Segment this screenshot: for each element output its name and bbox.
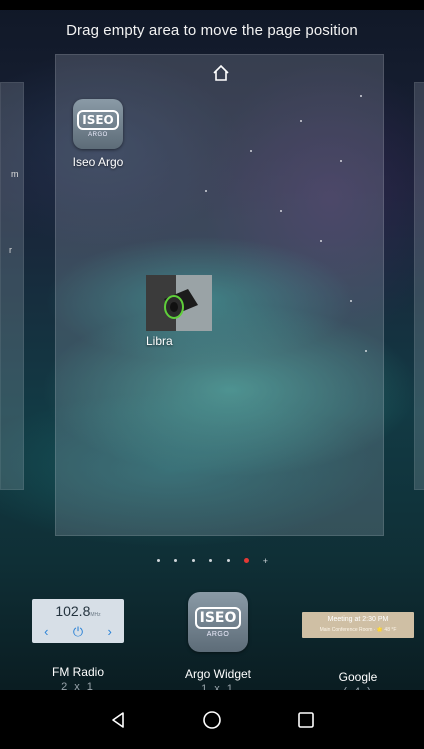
google-event-title: Meeting at 2:30 PM: [327, 616, 389, 623]
page-dot[interactable]: [209, 559, 213, 563]
recents-icon[interactable]: [295, 709, 317, 731]
google-preview: Meeting at 2:30 PM Main Conference Room …: [302, 612, 414, 638]
page-dot-active[interactable]: [244, 558, 250, 564]
widget-name: Google: [338, 670, 378, 684]
navigation-bar: [0, 690, 424, 749]
app-libra[interactable]: Libra: [146, 275, 212, 348]
widget-name: Argo Widget: [184, 667, 252, 681]
page-dot[interactable]: [191, 559, 195, 563]
app-label: Libra: [146, 334, 173, 348]
page-indicator[interactable]: +: [0, 552, 424, 570]
side-fragment-2: r: [9, 245, 12, 255]
home-circle-icon[interactable]: [201, 709, 223, 731]
app-label: Iseo Argo: [72, 155, 124, 169]
side-fragment-1: m: [11, 169, 19, 179]
widget-argo[interactable]: ISEO ARGO Argo Widget 1 x 1: [168, 592, 268, 695]
fm-radio-preview: 102.8MHz ‹ ⏻ ›: [32, 599, 124, 643]
hint-text: Drag empty area to move the page positio…: [66, 22, 358, 39]
widget-google[interactable]: Meeting at 2:30 PM Main Conference Room …: [296, 612, 420, 698]
home-page-icon[interactable]: [211, 63, 231, 83]
argo-widget-icon: ISEO ARGO: [188, 592, 248, 652]
current-page-preview[interactable]: ISEO ARGO Iseo Argo Libra: [55, 54, 384, 536]
chevron-left-icon: ‹: [44, 624, 49, 639]
app-iseo-argo[interactable]: ISEO ARGO Iseo Argo: [70, 99, 126, 169]
previous-page-preview[interactable]: m r: [0, 82, 24, 490]
libra-app-icon: [146, 275, 212, 331]
next-page-preview[interactable]: [414, 82, 424, 490]
page-dot[interactable]: [174, 559, 178, 563]
google-event-subtitle: Main Conference Room · 🌟 48 °F: [319, 627, 397, 633]
iseo-sub-text: ARGO: [88, 132, 108, 138]
iseo-argo-icon: ISEO ARGO: [73, 99, 123, 149]
radio-controls: ‹ ⏻ ›: [32, 624, 124, 640]
back-icon[interactable]: [107, 709, 129, 731]
radio-frequency: 102.8MHz: [55, 603, 101, 619]
widget-fm-radio[interactable]: 102.8MHz ‹ ⏻ › FM Radio 2 x 1: [28, 599, 128, 693]
page-dot[interactable]: [157, 559, 160, 563]
widget-name: FM Radio: [51, 665, 104, 679]
status-bar: [0, 0, 424, 10]
page-dot[interactable]: [226, 559, 230, 563]
argo-sub-text: ARGO: [206, 630, 230, 638]
add-page-icon[interactable]: +: [263, 556, 268, 566]
chevron-right-icon: ›: [107, 624, 112, 639]
argo-brand-text: ISEO: [194, 606, 242, 629]
power-icon: ⏻: [72, 624, 84, 639]
iseo-brand-text: ISEO: [77, 110, 119, 130]
